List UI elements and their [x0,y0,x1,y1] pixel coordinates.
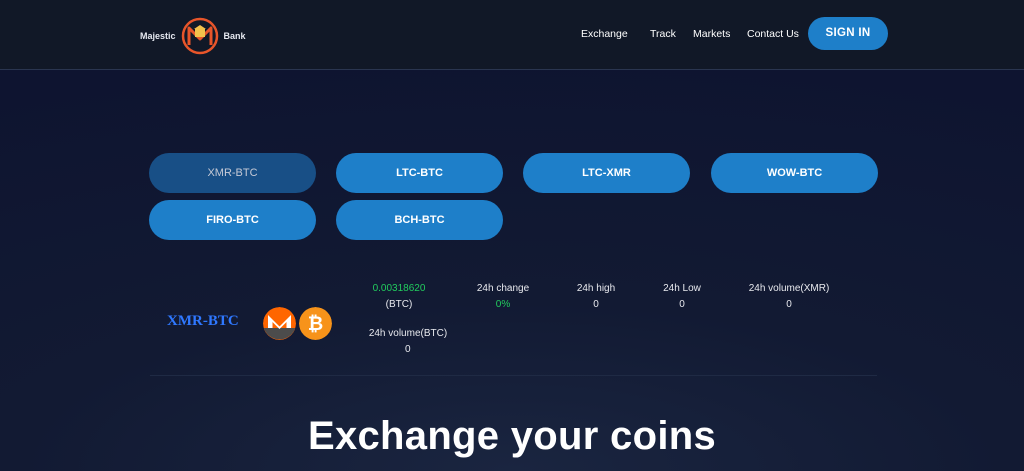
stat-24h-volume-btc: 24h volume(BTC) 0 [363,326,453,358]
logo-text-right: Bank [223,31,246,41]
nav-markets[interactable]: Markets [693,28,730,40]
sign-in-button[interactable]: SIGN IN [808,17,888,50]
low-value: 0 [679,299,685,310]
monero-icon [263,307,296,340]
svg-text:₿: ₿ [308,314,323,335]
logo-text-left: Majestic [140,31,176,41]
nav-exchange[interactable]: Exchange [581,28,628,40]
bank-logo-icon [181,17,218,55]
volume-xmr-value: 0 [786,299,792,310]
volume-btc-label: 24h volume(BTC) [368,328,448,339]
high-value: 0 [593,299,599,310]
pair-button-firo-btc[interactable]: FIRO-BTC [149,200,316,240]
pair-button-bch-btc[interactable]: BCH-BTC [336,200,503,240]
price-unit: (BTC) [385,299,413,310]
nav-contact-us[interactable]: Contact Us [747,28,799,40]
nav-track[interactable]: Track [650,28,676,40]
current-pair-title: XMR-BTC [167,313,239,329]
price-value: 0.00318620 [372,283,426,294]
bitcoin-icon: ₿ [299,307,332,340]
pair-button-ltc-btc[interactable]: LTC-BTC [336,153,503,193]
hero-headline: Exchange your coins [307,414,717,458]
volume-xmr-label: 24h volume(XMR) [748,283,830,294]
logo[interactable]: Majestic Bank [140,16,246,56]
change-value: 0% [495,299,511,310]
top-navbar: Majestic Bank Exchange Track Markets Con… [0,0,1024,70]
pair-button-xmr-btc[interactable]: XMR-BTC [149,153,316,193]
stat-24h-volume-xmr: 24h volume(XMR) 0 [744,281,834,313]
volume-btc-value: 0 [405,344,411,355]
pair-button-wow-btc[interactable]: WOW-BTC [711,153,878,193]
change-label: 24h change [476,283,530,294]
stat-24h-low: 24h Low 0 [652,281,712,313]
stat-24h-change: 24h change 0% [466,281,540,313]
section-divider [150,375,877,376]
low-label: 24h Low [663,283,701,294]
pair-button-ltc-xmr[interactable]: LTC-XMR [523,153,690,193]
high-label: 24h high [576,283,616,294]
stat-price: 0.00318620 (BTC) [360,281,438,313]
stat-24h-high: 24h high 0 [566,281,626,313]
